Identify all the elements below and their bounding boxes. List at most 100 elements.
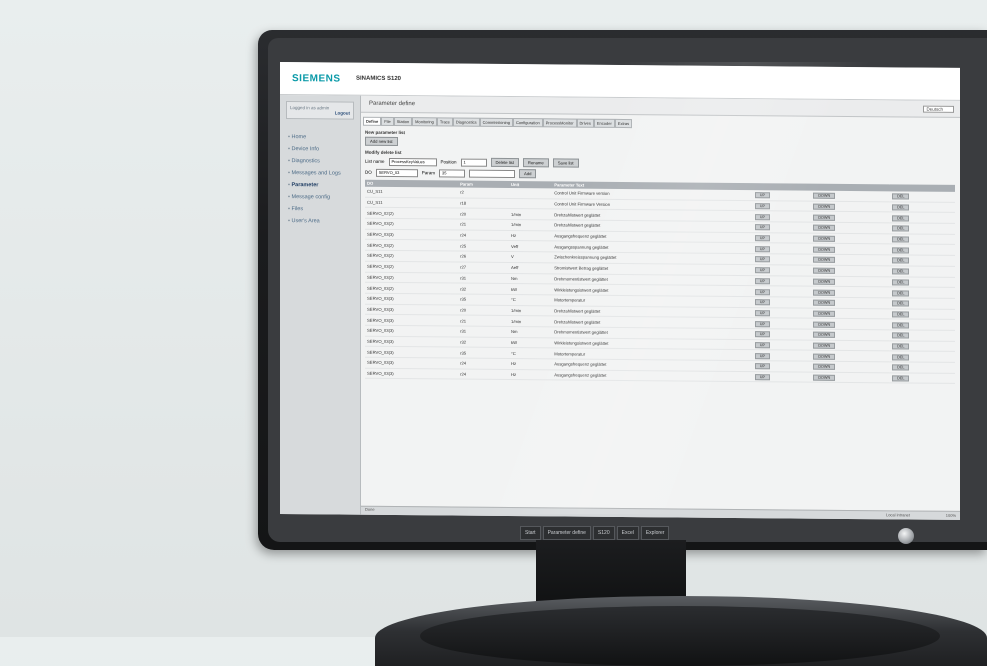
up-button[interactable]: UP [754, 352, 771, 359]
tab-monitoring[interactable]: Monitoring [412, 117, 437, 127]
delete-button[interactable]: DEL [892, 247, 910, 254]
up-button[interactable]: UP [754, 342, 771, 349]
up-button[interactable]: UP [754, 235, 771, 242]
delete-button[interactable]: DEL [892, 300, 910, 307]
cell-action: UP [752, 232, 812, 244]
up-button[interactable]: UP [754, 267, 771, 274]
position-select[interactable]: 1 [460, 158, 487, 167]
cell-param: r25 [458, 240, 510, 252]
do-select[interactable]: SERVO_03 [375, 168, 418, 177]
add-button[interactable]: Add [519, 169, 537, 179]
tab-processmonitor[interactable]: ProcessMonitor [542, 118, 577, 128]
taskbar-item[interactable]: S120 [592, 526, 615, 540]
taskbar-item[interactable]: Parameter define [542, 526, 591, 540]
down-button[interactable]: DOWN [813, 310, 836, 317]
taskbar-item[interactable]: Explorer [640, 526, 670, 540]
tab-diagnostics[interactable]: Diagnostics [452, 117, 480, 127]
taskbar-item[interactable]: Excel [616, 526, 639, 540]
param-input[interactable]: 35 [439, 168, 466, 178]
tab-station[interactable]: Station [393, 116, 413, 127]
up-button[interactable]: UP [754, 203, 771, 210]
sidebar-item-users-area[interactable]: User's Area [280, 215, 360, 228]
cell-action: UP [752, 328, 812, 340]
sidebar-item-files[interactable]: Files [280, 203, 360, 216]
up-button[interactable]: UP [754, 245, 771, 253]
up-button[interactable]: UP [754, 256, 771, 263]
up-button[interactable]: UP [754, 310, 771, 317]
down-button[interactable]: DOWN [813, 214, 836, 221]
down-button[interactable]: DOWN [813, 289, 836, 296]
tab-extras[interactable]: Extras [614, 118, 633, 129]
param-extra-input[interactable] [469, 169, 516, 178]
delete-button[interactable]: DEL [892, 311, 910, 318]
tab-define[interactable]: Define [363, 116, 382, 126]
main-content: Parameter define Deutsch Define File Stati… [361, 95, 960, 520]
delete-button[interactable]: DEL [892, 215, 910, 222]
down-button[interactable]: DOWN [813, 235, 836, 242]
delete-list-button[interactable]: Delete list [490, 157, 519, 168]
delete-button[interactable]: DEL [892, 236, 910, 243]
tab-drives[interactable]: Drives [576, 118, 594, 128]
delete-button[interactable]: DEL [892, 268, 910, 275]
sidebar-item-diagnostics[interactable]: Diagnostics [280, 155, 360, 168]
save-list-button[interactable]: Save list [552, 158, 579, 168]
sidebar-item-messages[interactable]: Messages and Logs [280, 167, 360, 180]
list-name-select[interactable]: ProcessKeyValues [388, 157, 437, 166]
zoom-level[interactable]: 100% [946, 513, 956, 518]
power-button[interactable] [898, 528, 914, 544]
up-button[interactable]: UP [754, 213, 771, 220]
up-button[interactable]: UP [754, 331, 771, 338]
up-button[interactable]: UP [754, 299, 771, 306]
up-button[interactable]: UP [754, 224, 771, 231]
up-button[interactable]: UP [754, 363, 771, 370]
down-button[interactable]: DOWN [813, 278, 836, 285]
cell-action: DOWN [811, 264, 891, 277]
cell-param: r35 [458, 293, 510, 306]
down-button[interactable]: DOWN [813, 225, 836, 232]
down-button[interactable]: DOWN [813, 342, 836, 349]
tab-commissioning[interactable]: Commissioning [479, 117, 513, 128]
down-button[interactable]: DOWN [813, 246, 836, 253]
up-button[interactable]: UP [754, 320, 771, 327]
logout-button[interactable]: Logout [290, 110, 350, 115]
down-button[interactable]: DOWN [813, 331, 836, 339]
delete-button[interactable]: DEL [892, 279, 910, 286]
down-button[interactable]: DOWN [813, 353, 836, 360]
start-button[interactable]: Start [520, 526, 541, 540]
sidebar-item-parameter[interactable]: Parameter [280, 179, 360, 192]
delete-button[interactable]: DEL [892, 257, 910, 264]
delete-button[interactable]: DEL [892, 364, 910, 371]
down-button[interactable]: DOWN [813, 374, 836, 381]
down-button[interactable]: DOWN [813, 299, 836, 307]
delete-button[interactable]: DEL [892, 225, 910, 232]
rename-button[interactable]: Rename [522, 158, 549, 168]
delete-button[interactable]: DEL [892, 343, 910, 350]
up-button[interactable]: UP [754, 192, 771, 199]
down-button[interactable]: DOWN [813, 363, 836, 371]
up-button[interactable]: UP [754, 277, 771, 285]
down-button[interactable]: DOWN [813, 321, 836, 328]
cell-do: SERVO_03(2) [365, 218, 459, 230]
add-new-list-button[interactable]: Add new list [365, 136, 398, 147]
tab-file[interactable]: File [381, 116, 394, 126]
up-button[interactable]: UP [754, 288, 771, 295]
tab-encoder[interactable]: Encoder [593, 118, 615, 128]
delete-button[interactable]: DEL [892, 204, 910, 211]
tab-configuration[interactable]: Configuration [512, 118, 543, 128]
down-button[interactable]: DOWN [813, 257, 836, 264]
delete-button[interactable]: DEL [892, 289, 910, 297]
sidebar-item-message-config[interactable]: Message config [280, 191, 360, 204]
delete-button[interactable]: DEL [892, 375, 910, 382]
delete-button[interactable]: DEL [892, 193, 910, 200]
sidebar-item-device-info[interactable]: Device Info [280, 143, 360, 156]
tab-trace[interactable]: Trace [436, 117, 453, 127]
delete-button[interactable]: DEL [892, 353, 910, 361]
delete-button[interactable]: DEL [892, 321, 910, 329]
sidebar-item-home[interactable]: Home [280, 131, 360, 144]
up-button[interactable]: UP [754, 374, 771, 381]
delete-button[interactable]: DEL [892, 332, 910, 339]
down-button[interactable]: DOWN [813, 267, 836, 275]
down-button[interactable]: DOWN [813, 192, 836, 200]
down-button[interactable]: DOWN [813, 203, 836, 210]
language-select[interactable]: Deutsch [923, 105, 954, 113]
